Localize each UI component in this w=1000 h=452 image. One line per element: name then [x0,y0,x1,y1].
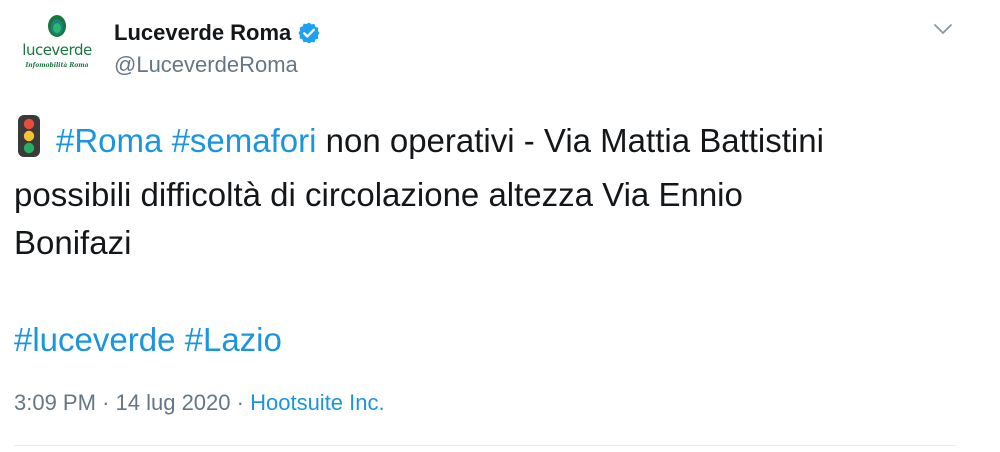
tweet-date[interactable]: 14 lug 2020 [116,390,231,415]
avatar-tagline: Infomobilità Roma [25,62,89,69]
chevron-down-icon[interactable] [932,18,954,40]
tweet-card: luceverde Infomobilità Roma Luceverde Ro… [0,0,1000,452]
tweet-text: #Roma #semafori non operativi - Via Matt… [14,114,954,267]
display-name[interactable]: Luceverde Roma [114,20,291,46]
hashtag-semafori[interactable]: #semafori [172,122,317,159]
author-name-row: Luceverde Roma [114,18,321,48]
traffic-light-icon [14,114,44,171]
avatar-wordmark: luceverde [22,41,92,59]
tweet-source-link[interactable]: Hootsuite Inc. [250,390,385,415]
verified-badge-icon [297,21,321,45]
hashtag-luceverde[interactable]: #luceverde [14,321,175,358]
divider [14,445,956,446]
tweet-line-3: Bonifazi [14,224,132,261]
hashtag-roma[interactable]: #Roma [56,122,162,159]
meta-separator: · [102,390,110,415]
tweet-line-1: #Roma #semafori non operativi - Via Matt… [14,114,954,171]
meta-separator: · [236,390,244,415]
avatar[interactable]: luceverde Infomobilità Roma [14,8,100,94]
tweet-line-1-text: non operativi - Via Mattia Battistini [325,122,824,159]
author-handle[interactable]: @LuceverdeRoma [114,52,298,78]
tweet-hashtags: #luceverde #Lazio [14,316,282,364]
tweet-line-2: possibili difficoltà di circolazione alt… [14,176,743,213]
tweet-meta: 3:09 PM · 14 lug 2020 · Hootsuite Inc. [14,390,385,416]
hashtag-lazio[interactable]: #Lazio [185,321,282,358]
tweet-time[interactable]: 3:09 PM [14,390,96,415]
